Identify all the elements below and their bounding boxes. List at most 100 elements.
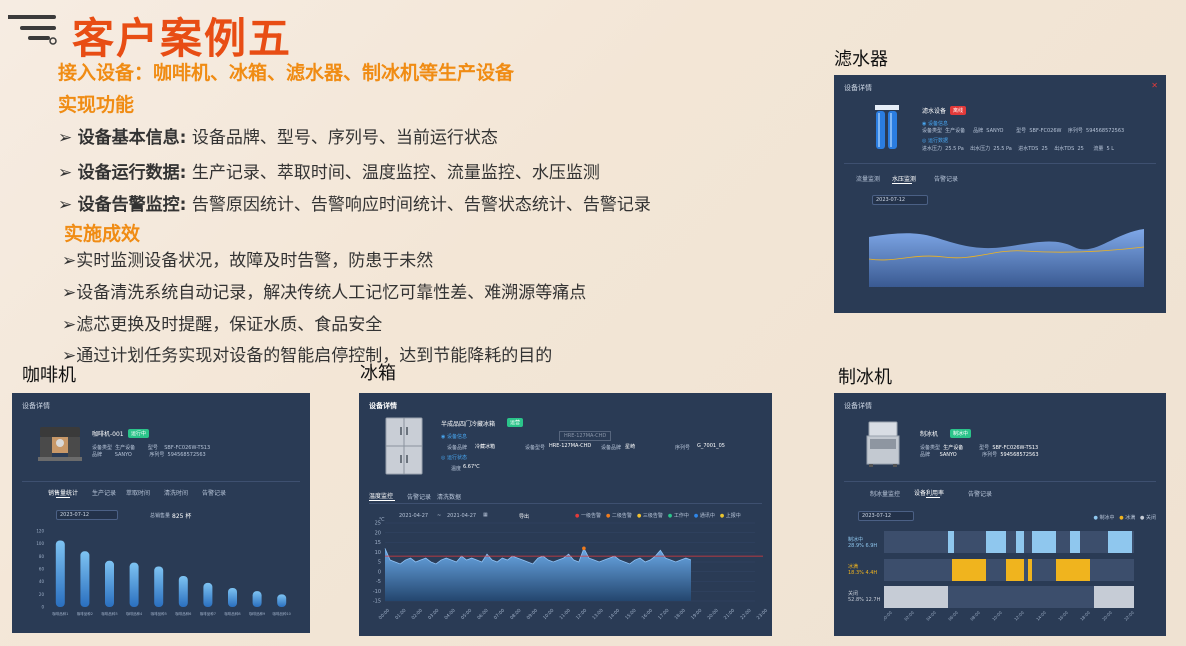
date-picker[interactable]: 2023-07-12 <box>858 511 914 521</box>
tab-flow[interactable]: 流量监测 <box>856 174 880 183</box>
info-icon: ◉ 设备信息 <box>922 121 948 127</box>
features-heading: 实现功能 <box>58 94 135 116</box>
results-heading: 实施成效 <box>64 223 141 245</box>
result-item: ➢实时监测设备状况，故障及时告警，防患于未然 <box>62 251 434 271</box>
bar <box>129 562 139 607</box>
tab-temperature[interactable]: 温度监控 <box>369 491 393 500</box>
x-tick-label: 23:00 <box>756 607 769 621</box>
y-tick-label: -15 <box>373 599 381 605</box>
svg-text:12:00: 12:00 <box>1013 610 1025 622</box>
x-tick-label: 12:00 <box>575 607 589 621</box>
y-tick-label: 15 <box>375 540 381 546</box>
x-tick-label: 咖啡品种9 <box>249 611 265 616</box>
caption-ice: 制冰机 <box>838 367 892 388</box>
x-tick-label: 咖啡品种3 <box>101 611 117 616</box>
close-icon[interactable]: ✕ <box>1151 81 1158 90</box>
y-tick-label: 0 <box>41 605 44 610</box>
caption-coffee: 咖啡机 <box>22 365 76 386</box>
result-item: ➢滤芯更换及时提醒，保证水质、食品安全 <box>62 315 383 335</box>
y-tick-label: 80 <box>39 554 45 559</box>
tab-ice-volume[interactable]: 制冰量监控 <box>870 489 900 498</box>
status-badge: 制冰中 <box>950 429 972 438</box>
device-name: 咖啡机-001 <box>92 431 124 438</box>
feature-item: ➢ 设备告警监控: 告警原因统计、告警响应时间统计、告警状态统计、告警记录 <box>58 195 651 215</box>
svg-text:22:00: 22:00 <box>1123 610 1135 622</box>
x-tick-label: 02:00 <box>410 607 424 621</box>
x-tick-label: 00:00 <box>378 607 392 621</box>
menu-lines-icon <box>8 15 57 45</box>
row-pct: 28.9% 6.9H <box>848 543 878 549</box>
x-tick-label: 14:00 <box>608 607 622 621</box>
temp-value: 6.67℃ <box>463 464 480 470</box>
y-tick-label: 5 <box>378 560 381 566</box>
fridge-device-panel: 设备详情 半成品四门冷藏冰箱 运营 HRE-127MA-CHD ◉ 设备信息 设… <box>359 393 772 636</box>
y-tick-label: 25 <box>375 521 381 527</box>
row-pct: 52.8% 12.7H <box>848 597 881 603</box>
brand-value: 冷藏冰箱 <box>475 444 496 450</box>
info-row: 设备类型 生产设备 品牌 SANYO 型号 SBF-FC026W 序列号 594… <box>922 128 1125 134</box>
date-picker[interactable]: 2023-07-12 <box>56 510 118 520</box>
model-value: HRE-127MA-CHD <box>549 443 592 449</box>
bar <box>178 575 188 607</box>
plate-label: HRE-127MA-CHD <box>559 431 612 441</box>
tab-utilization[interactable]: 设备利用率 <box>914 488 944 497</box>
tab-alarms[interactable]: 告警记录 <box>407 492 431 501</box>
coffee-device-panel: 设备详情 咖啡机-001 运行中 设备类型 生产设备 型号 SBF-FC026W… <box>12 393 310 633</box>
x-tick-label: 17:00 <box>657 607 671 621</box>
tab-sales[interactable]: 销售量统计 <box>48 488 78 497</box>
x-tick-label: 08:00 <box>509 607 523 621</box>
devices-line: 接入设备：咖啡机、冰箱、滤水器、制冰机等生产设备 <box>58 62 515 84</box>
y-tick-label: 60 <box>39 567 45 572</box>
x-tick-label: 咖啡品种7 <box>200 611 216 616</box>
panel-header: 设备详情 <box>844 84 872 92</box>
status-icon: ◎ 运行状态 <box>441 455 467 461</box>
x-tick-label: 11:00 <box>558 607 572 621</box>
tab-extraction[interactable]: 萃取时间 <box>126 488 150 497</box>
tab-cleaning[interactable]: 清洗数据 <box>437 492 461 501</box>
pressure-area-chart <box>868 229 1145 287</box>
svg-text:18:00: 18:00 <box>1079 610 1091 622</box>
brand-label: 设备品牌 <box>447 445 468 451</box>
x-tick-label: 咖啡品种6 <box>175 611 191 616</box>
x-tick-label: 咖啡品种4 <box>126 611 143 616</box>
sales-bar-chart: 0 20 40 60 80 100 120 咖啡品种1 咖啡品种2 咖啡品种3 咖啡品种4 咖啡品种5… <box>36 529 291 617</box>
svg-text:20:00: 20:00 <box>1101 610 1113 622</box>
total-label: 总销售量 <box>150 513 171 519</box>
tab-cleaning[interactable]: 清洗时间 <box>164 488 188 497</box>
svg-text:04:00: 04:00 <box>925 610 937 622</box>
result-item: ➢通过计划任务实现对设备的智能启停控制，达到节能降耗的目的 <box>62 346 553 366</box>
x-tick-label: 20:00 <box>706 607 720 621</box>
fridge-icon <box>385 417 423 475</box>
tab-alarms[interactable]: 告警记录 <box>934 174 958 183</box>
status-badge: 离线 <box>950 106 967 115</box>
maker-label: 设备品牌 <box>601 445 622 451</box>
tab-production[interactable]: 生产记录 <box>92 488 116 497</box>
result-item: ➢设备清洗系统自动记录，解决传统人工记忆可靠性差、难溯源等痛点 <box>62 283 587 303</box>
bar <box>55 540 65 607</box>
x-tick-label: 咖啡品种5 <box>151 611 167 616</box>
caption-fridge: 冰箱 <box>360 363 396 384</box>
bar <box>154 566 164 607</box>
row-pct: 18.3% 4.4H <box>848 570 878 576</box>
tab-alarms[interactable]: 告警记录 <box>968 489 992 498</box>
device-name: 半成品四门冷藏冰箱 <box>441 421 496 428</box>
model-label: 设备型号 <box>525 445 546 451</box>
caption-filter: 滤水器 <box>834 49 888 70</box>
svg-text:16:00: 16:00 <box>1057 610 1069 622</box>
x-tick-label: 21:00 <box>723 607 737 621</box>
row-label: 关闭 <box>848 591 859 597</box>
tab-alarms[interactable]: 告警记录 <box>202 488 226 497</box>
feature-item: ➢ 设备基本信息: 设备品牌、型号、序列号、当前运行状态 <box>58 128 498 148</box>
filter-device-panel: 设备详情 ✕ 滤水设备 离线 ◉ 设备信息 设备类型 生产设备 品牌 SANYO… <box>834 75 1166 313</box>
bar <box>252 591 262 607</box>
x-tick-label: 09:00 <box>525 607 539 621</box>
x-tick-label: 咖啡品种2 <box>77 611 93 616</box>
serial-label: 序列号 <box>675 445 691 451</box>
data-row: 进水压力 25.5 Pa 出水压力 25.5 Pa 进水TDS 25 出水TDS… <box>922 146 1115 152</box>
water-filter-icon <box>875 105 899 149</box>
tab-pressure[interactable]: 水压监测 <box>892 174 916 183</box>
svg-text:08:00: 08:00 <box>969 610 981 622</box>
device-name: 滤水设备 <box>922 108 947 115</box>
coffee-machine-icon <box>38 427 82 461</box>
date-picker[interactable]: 2023-07-12 <box>872 195 928 205</box>
